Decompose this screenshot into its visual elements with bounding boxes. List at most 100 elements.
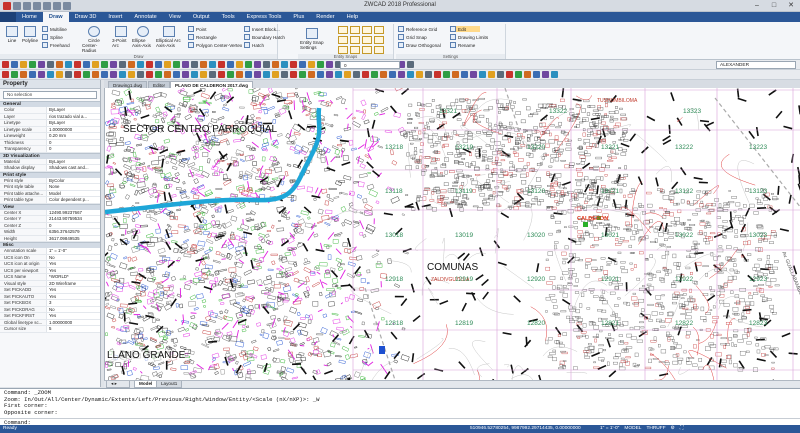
modify-tool-icon[interactable] — [236, 71, 243, 78]
modify-tool-icon[interactable] — [497, 71, 504, 78]
tab-annotate[interactable]: Annotate — [128, 12, 162, 22]
polyline-button[interactable]: Polyline — [20, 26, 40, 43]
freehand-button[interactable]: Freehand — [42, 42, 70, 48]
modify-tool-icon[interactable] — [137, 71, 144, 78]
toolbar-tool-icon[interactable] — [56, 61, 63, 68]
toolbar-tool-icon[interactable] — [299, 61, 306, 68]
toolbar-tool-icon[interactable] — [236, 61, 243, 68]
toolbar-tool-icon[interactable] — [200, 61, 207, 68]
toolbar-tool-icon[interactable] — [227, 61, 234, 68]
layout-tab-model[interactable]: Model — [134, 381, 158, 388]
snap-intersection-icon[interactable] — [350, 36, 360, 44]
modify-tool-icon[interactable] — [416, 71, 423, 78]
modify-tool-icon[interactable] — [2, 71, 9, 78]
property-value[interactable]: 6356.37642579 — [46, 229, 100, 235]
modify-tool-icon[interactable] — [515, 71, 522, 78]
toolbar-tool-icon[interactable] — [191, 61, 198, 68]
toolbar-tool-icon[interactable] — [254, 61, 261, 68]
snap-parallel-icon[interactable] — [362, 46, 372, 54]
snap-tangent-icon[interactable] — [338, 46, 348, 54]
user-dropdown[interactable]: ALEXANDER — [716, 61, 796, 69]
modify-tool-icon[interactable] — [65, 71, 72, 78]
toolbar-tool-icon[interactable] — [83, 61, 90, 68]
toolbar-tool-icon[interactable] — [101, 61, 108, 68]
modify-tool-icon[interactable] — [425, 71, 432, 78]
toolbar-tool-icon[interactable] — [218, 61, 225, 68]
modify-tool-icon[interactable] — [263, 71, 270, 78]
snap-center-icon[interactable] — [362, 26, 372, 34]
modify-tool-icon[interactable] — [56, 71, 63, 78]
property-value[interactable]: Color dependent p... — [46, 197, 100, 203]
modify-tool-icon[interactable] — [182, 71, 189, 78]
snap-perpendicular-icon[interactable] — [374, 36, 384, 44]
modify-tool-icon[interactable] — [245, 71, 252, 78]
snap-endpoint-icon[interactable] — [338, 26, 348, 34]
modify-tool-icon[interactable] — [335, 71, 342, 78]
snap-node-icon[interactable] — [374, 26, 384, 34]
toolbar-tool-icon[interactable] — [173, 61, 180, 68]
toolbar-tool-icon[interactable] — [2, 61, 9, 68]
property-value[interactable]: 0 — [46, 139, 100, 145]
doc-tab-plano-calderon[interactable]: PLANO DE CALDERON 2017.dwg — [170, 81, 253, 88]
snap-extension-icon[interactable] — [374, 46, 384, 54]
drawing-limits-button[interactable]: Drawing Limits — [450, 34, 488, 40]
modify-tool-icon[interactable] — [344, 71, 351, 78]
modify-tool-icon[interactable] — [218, 71, 225, 78]
modify-tool-icon[interactable] — [173, 71, 180, 78]
toolbar-tool-icon[interactable] — [407, 61, 414, 68]
modify-tool-icon[interactable] — [209, 71, 216, 78]
toolbar-tool-icon[interactable] — [47, 61, 54, 68]
modify-tool-icon[interactable] — [128, 71, 135, 78]
minimize-icon[interactable]: – — [750, 1, 764, 10]
spline-button[interactable]: Spline — [42, 34, 63, 40]
toolbar-tool-icon[interactable] — [137, 61, 144, 68]
modify-tool-icon[interactable] — [452, 71, 459, 78]
point-button[interactable]: Point — [188, 26, 206, 32]
property-value[interactable]: ByColor — [46, 177, 100, 183]
modify-tool-icon[interactable] — [38, 71, 45, 78]
toolbar-tool-icon[interactable] — [92, 61, 99, 68]
modify-tool-icon[interactable] — [461, 71, 468, 78]
modify-tool-icon[interactable] — [92, 71, 99, 78]
snap-midpoint-icon[interactable] — [350, 26, 360, 34]
toolbar-tool-icon[interactable] — [11, 61, 18, 68]
modify-tool-icon[interactable] — [380, 71, 387, 78]
rectangle-button[interactable]: Rectangle — [188, 34, 217, 40]
maximize-icon[interactable]: □ — [767, 1, 781, 10]
modify-tool-icon[interactable] — [74, 71, 81, 78]
toolbar-tool-icon[interactable] — [119, 61, 126, 68]
modify-tool-icon[interactable] — [389, 71, 396, 78]
close-icon[interactable]: ✕ — [784, 1, 798, 10]
property-value[interactable]: 21443.90759534 — [46, 216, 100, 222]
draw-orthogonal-button[interactable]: Draw Orthogonal — [398, 42, 441, 48]
toolbar-tool-icon[interactable] — [290, 61, 297, 68]
modify-tool-icon[interactable] — [254, 71, 261, 78]
property-value[interactable]: 0.20 mm — [46, 133, 100, 139]
property-value[interactable]: *WORLD* — [46, 274, 100, 280]
modify-tool-icon[interactable] — [371, 71, 378, 78]
tab-express-tools[interactable]: Express Tools — [241, 12, 288, 22]
tab-draw-3d[interactable]: Draw 3D — [69, 12, 103, 22]
property-value[interactable]: Model — [46, 190, 100, 196]
modify-tool-icon[interactable] — [227, 71, 234, 78]
property-value[interactable]: Yes — [46, 287, 100, 293]
modify-tool-icon[interactable] — [326, 71, 333, 78]
modify-tool-icon[interactable] — [443, 71, 450, 78]
boundary-hatch-button[interactable]: Boundary Hatch — [244, 34, 285, 40]
modify-tool-icon[interactable] — [11, 71, 18, 78]
modify-tool-icon[interactable] — [101, 71, 108, 78]
modify-tool-icon[interactable] — [290, 71, 297, 78]
modify-tool-icon[interactable] — [155, 71, 162, 78]
property-value[interactable]: 1" = 1'-0" — [46, 248, 100, 254]
arc-button[interactable]: 3-Point Arc — [112, 26, 130, 48]
modify-tool-icon[interactable] — [488, 71, 495, 78]
application-menu-button[interactable] — [0, 12, 16, 22]
insert-block-button[interactable]: Insert Block... — [244, 26, 280, 32]
property-value[interactable]: No — [46, 306, 100, 312]
property-value[interactable]: 1.00000000 — [46, 319, 100, 325]
property-value[interactable]: ByLayer — [46, 120, 100, 126]
polygon-button[interactable]: Polygon Center-Vertex — [188, 42, 242, 48]
drawing-canvas[interactable]: SECTOR CENTRO PARROQUIAL COMUNAS LLANO G… — [104, 88, 800, 380]
hatch-button[interactable]: Hatch — [244, 42, 264, 48]
toolbar-tool-icon[interactable] — [164, 61, 171, 68]
